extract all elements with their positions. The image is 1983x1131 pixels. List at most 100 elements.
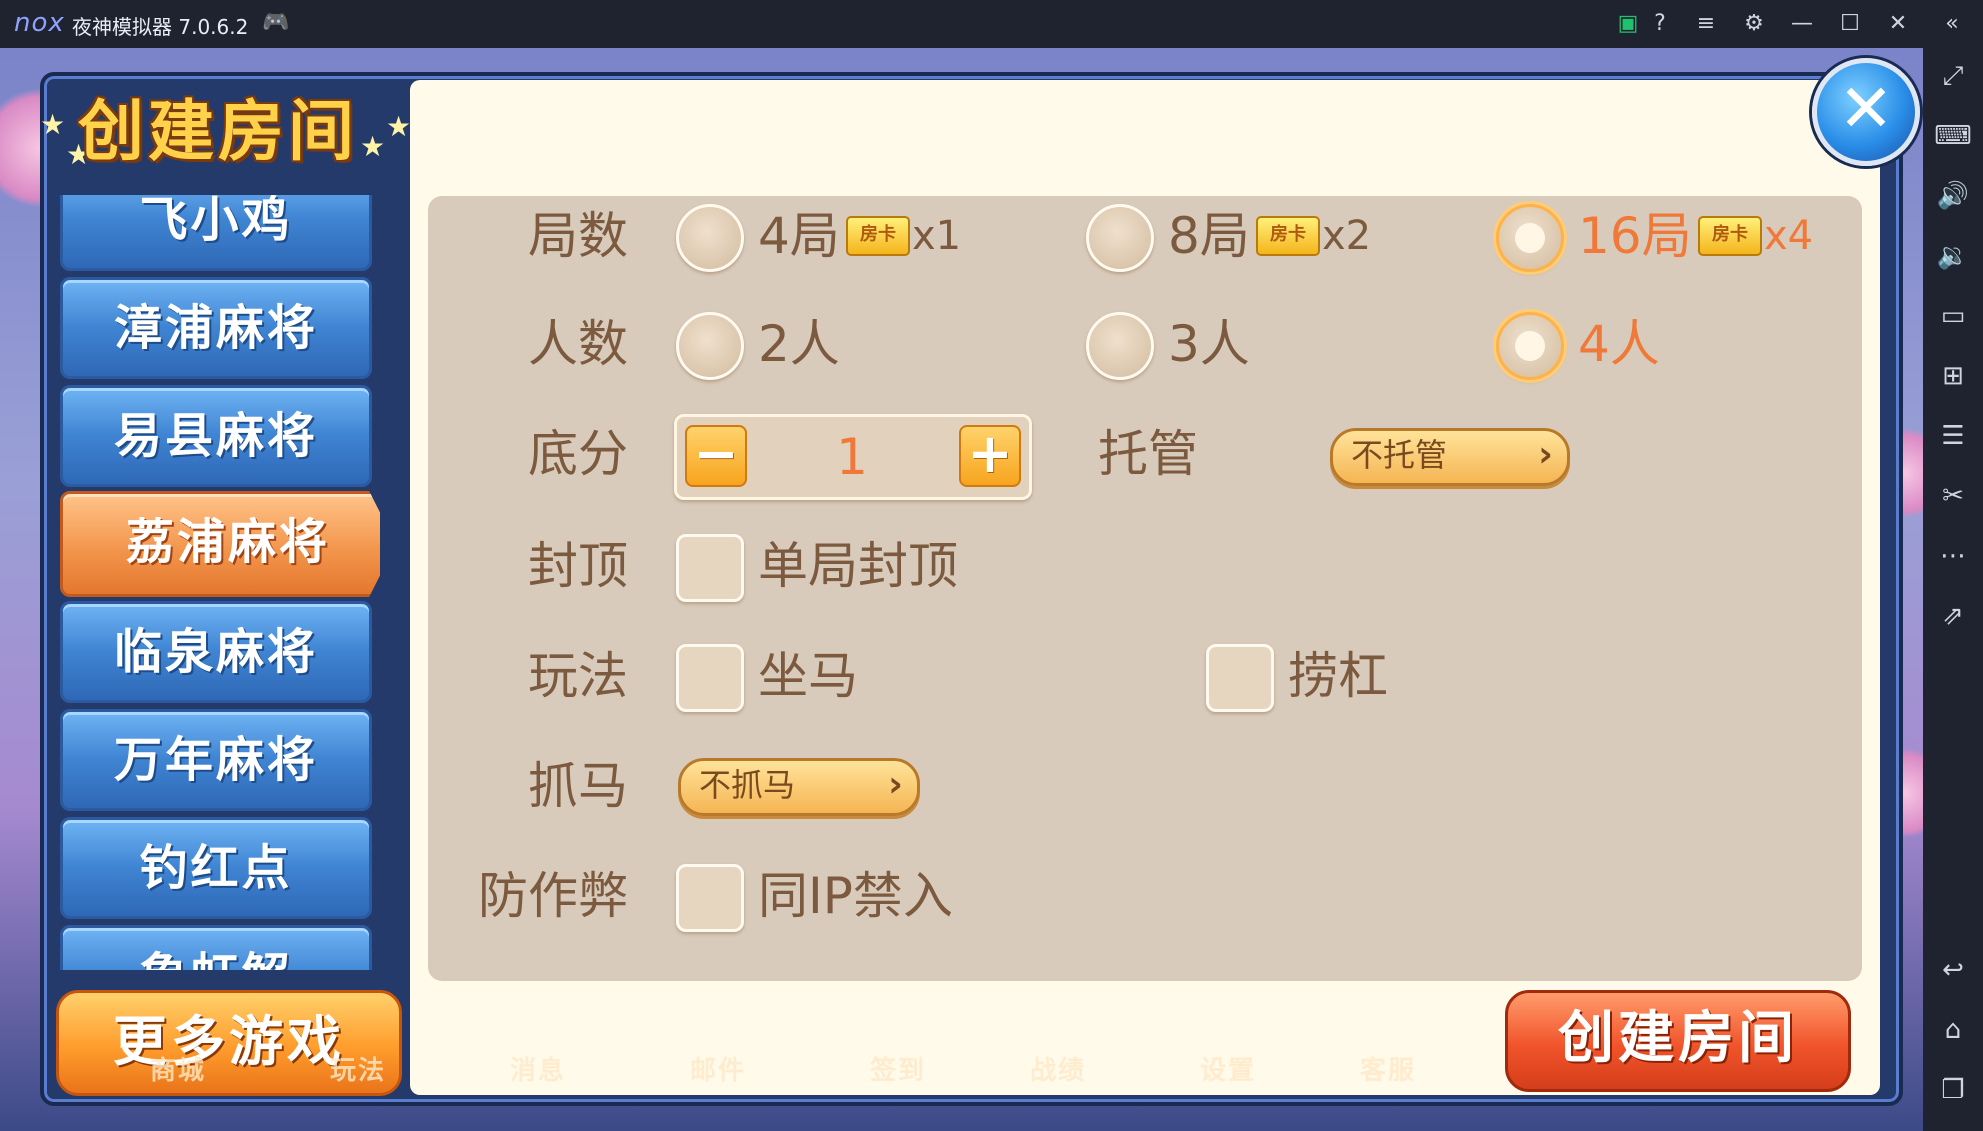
room-options-panel: 局数 4局 房卡 x1 8局 房卡 x2 16局 房卡 x4 人数 2人 3人 …: [428, 196, 1862, 981]
cap-label: 封顶: [528, 537, 628, 595]
keyboard-icon[interactable]: ⌨: [1923, 114, 1983, 158]
chevron-right-icon: ›: [1538, 434, 1553, 475]
nox-logo: nox: [14, 8, 65, 38]
rounds-16-cost: x4: [1764, 213, 1814, 259]
settings-icon[interactable]: ⚙: [1738, 8, 1770, 40]
rounds-8-label: 8局: [1168, 207, 1250, 265]
rounds-4-cost: x1: [912, 213, 962, 259]
trustee-value: 不托管: [1351, 436, 1448, 474]
rounds-label: 局数: [528, 207, 628, 265]
game-item-active[interactable]: 荔浦麻将: [60, 491, 380, 597]
game-item[interactable]: 钓红点: [60, 817, 372, 919]
cap-row: 封顶 单局封顶: [428, 526, 1862, 606]
catch-horse-label: 抓马: [528, 757, 628, 815]
game-list[interactable]: 飞小鸡 漳浦麻将 易县麻将 荔浦麻将 临泉麻将 万年麻将 钓红点 象虹解: [60, 195, 380, 970]
background-nav: 商城 玩法 消息 邮件 签到 战绩 设置 客服: [120, 1050, 1420, 1090]
rounds-8-radio[interactable]: [1086, 204, 1154, 272]
game-item[interactable]: 象虹解: [60, 925, 372, 970]
rounds-row: 局数 4局 房卡 x1 8局 房卡 x2 16局 房卡 x4: [428, 196, 1862, 276]
emulator-sidebar: ⤢ ⌨ 🔊 🔉 ▭ ⊞ ☰ ✂ ⋯ ⇗ ↩ ⌂ ❐: [1923, 48, 1983, 1131]
same-ip-block-label: 同IP禁入: [758, 867, 953, 925]
same-ip-block-checkbox[interactable]: [676, 864, 744, 932]
rounds-4-radio[interactable]: [676, 204, 744, 272]
minus-button[interactable]: −: [685, 425, 747, 487]
more-icon[interactable]: ⋯: [1923, 534, 1983, 578]
multi-instance-icon[interactable]: ☰: [1923, 414, 1983, 458]
star-icon: ★: [40, 108, 66, 141]
single-round-cap-checkbox[interactable]: [676, 534, 744, 602]
apk-install-icon[interactable]: ⊞: [1923, 354, 1983, 398]
home-icon[interactable]: ⌂: [1923, 1008, 1983, 1052]
create-room-button[interactable]: 创建房间: [1505, 990, 1851, 1092]
emulator-titlebar: nox 夜神模拟器 7.0.6.2 🎮 ▣ ? ≡ ⚙ — ☐ ✕ «: [0, 0, 1983, 48]
gamepad-icon[interactable]: 🎮: [262, 10, 289, 35]
zuoma-label: 坐马: [758, 647, 858, 705]
players-3-radio[interactable]: [1086, 312, 1154, 380]
zuoma-checkbox[interactable]: [676, 644, 744, 712]
rounds-4-label: 4局: [758, 207, 840, 265]
nav-label: 战绩: [1030, 1056, 1087, 1086]
nav-label: 商城: [150, 1056, 207, 1086]
nav-label: 客服: [1360, 1056, 1417, 1086]
rules-label: 玩法: [528, 647, 628, 705]
room-card-icon: 房卡: [846, 216, 910, 256]
trustee-dropdown[interactable]: 不托管 ›: [1330, 428, 1570, 486]
rounds-8-cost: x2: [1322, 213, 1372, 259]
collapse-icon[interactable]: «: [1936, 8, 1968, 40]
rounds-16-label: 16局: [1578, 207, 1692, 265]
nav-label: 签到: [870, 1056, 927, 1086]
nav-label: 消息: [510, 1056, 567, 1086]
players-4-label: 4人: [1578, 315, 1660, 373]
window-title: 夜神模拟器 7.0.6.2: [72, 15, 249, 39]
plus-button[interactable]: +: [959, 425, 1021, 487]
base-score-label: 底分: [528, 425, 628, 483]
nav-label: 设置: [1200, 1056, 1257, 1086]
rounds-16-radio[interactable]: [1496, 204, 1564, 272]
screenshot-icon[interactable]: ✂: [1923, 474, 1983, 518]
close-icon: ✕: [1838, 70, 1894, 147]
players-3-label: 3人: [1168, 315, 1250, 373]
players-4-radio[interactable]: [1496, 312, 1564, 380]
catch-horse-dropdown[interactable]: 不抓马 ›: [678, 758, 920, 816]
anti-cheat-label: 防作弊: [478, 867, 628, 925]
help-icon[interactable]: ?: [1644, 8, 1676, 40]
game-item[interactable]: 万年麻将: [60, 709, 372, 811]
room-card-icon: 房卡: [1256, 216, 1320, 256]
star-icon: ★: [360, 130, 386, 163]
volume-up-icon[interactable]: 🔊: [1923, 174, 1983, 218]
volume-down-icon[interactable]: 🔉: [1923, 234, 1983, 278]
rules-row: 玩法 坐马 捞杠: [428, 636, 1862, 716]
dialog-close-button[interactable]: ✕: [1812, 58, 1920, 166]
chevron-right-icon: ›: [888, 764, 903, 805]
dialog-title: 创建房间: [78, 93, 358, 170]
catch-horse-row: 抓马 不抓马 ›: [428, 746, 1862, 826]
anti-cheat-row: 防作弊 同IP禁入: [428, 856, 1862, 936]
room-card-icon: 房卡: [1698, 216, 1762, 256]
maximize-icon[interactable]: ☐: [1834, 8, 1866, 40]
menu-icon[interactable]: ≡: [1690, 8, 1722, 40]
recent-apps-icon[interactable]: ❐: [1923, 1068, 1983, 1112]
base-score-stepper: − 1 +: [674, 414, 1032, 500]
single-round-cap-label: 单局封顶: [758, 537, 958, 595]
players-2-radio[interactable]: [676, 312, 744, 380]
game-item[interactable]: 飞小鸡: [60, 195, 372, 271]
nav-label: 玩法: [330, 1056, 387, 1086]
nav-label: 邮件: [690, 1056, 747, 1086]
screen-icon[interactable]: ▭: [1923, 294, 1983, 338]
laogang-label: 捞杠: [1288, 647, 1388, 705]
close-icon[interactable]: ✕: [1882, 8, 1914, 40]
game-item[interactable]: 漳浦麻将: [60, 277, 372, 379]
base-score-value: 1: [836, 428, 868, 486]
base-score-row: 底分 托管 不托管 ›: [428, 414, 1862, 494]
game-item[interactable]: 临泉麻将: [60, 601, 372, 703]
fullscreen-icon[interactable]: ⤢: [1923, 54, 1983, 98]
share-icon[interactable]: ⇗: [1923, 594, 1983, 638]
game-item[interactable]: 易县麻将: [60, 385, 372, 487]
star-icon: ★: [386, 110, 412, 143]
laogang-checkbox[interactable]: [1206, 644, 1274, 712]
minimize-icon[interactable]: —: [1786, 8, 1818, 40]
players-row: 人数 2人 3人 4人: [428, 304, 1862, 384]
back-icon[interactable]: ↩: [1923, 948, 1983, 992]
catch-horse-value: 不抓马: [699, 766, 796, 804]
shop-icon[interactable]: ▣: [1612, 8, 1644, 40]
